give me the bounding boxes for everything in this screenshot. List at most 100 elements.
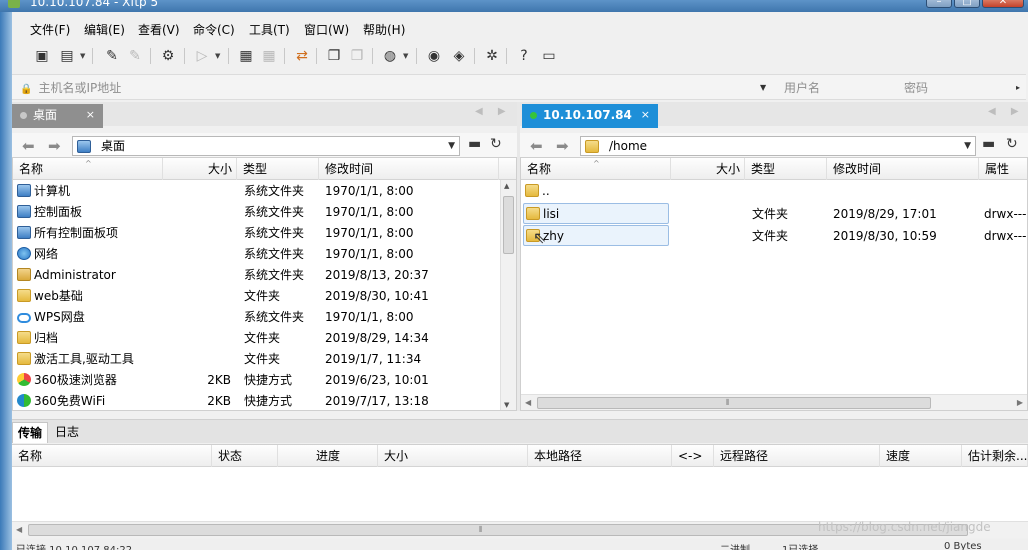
transfer-icon[interactable]: ▷ <box>192 46 212 66</box>
menu-help[interactable]: 帮助(H) <box>363 21 405 38</box>
tab-close-icon[interactable]: × <box>86 104 95 126</box>
col-size[interactable]: 大小 <box>378 445 528 467</box>
right-path-input[interactable]: /home ▼ <box>580 136 976 156</box>
file-row[interactable]: 激活工具,驱动工具 文件夹 2019/1/7, 11:34 <box>13 349 499 370</box>
tab-desktop[interactable]: 桌面 × <box>12 104 103 128</box>
password-input[interactable]: 密码 <box>904 79 1016 97</box>
copy-icon[interactable]: ❐ <box>324 46 344 66</box>
new-file-icon[interactable]: ▦ <box>236 46 256 66</box>
file-row[interactable]: 360免费WiFi 2KB 快捷方式 2019/7/17, 13:18 <box>13 391 499 410</box>
file-row[interactable]: 所有控制面板项 系统文件夹 1970/1/1, 8:00 <box>13 223 499 244</box>
file-row[interactable]: 控制面板 系统文件夹 1970/1/1, 8:00 <box>13 202 499 223</box>
col-speed[interactable]: 速度 <box>880 445 962 467</box>
tab-scroll-arrows-icon[interactable]: ◀ ▶ <box>475 106 512 117</box>
left-file-list[interactable]: 名称 ^ 大小 类型 修改时间 计算机 系统文件夹 1970/1/1, 8:00 控制面… <box>12 157 517 411</box>
back-arrow-icon[interactable]: ⬅ <box>22 137 35 155</box>
refresh-icon[interactable]: ↻ <box>490 136 502 152</box>
paste-icon[interactable]: ❐ <box>347 46 367 66</box>
col-size[interactable]: 大小 <box>163 158 237 180</box>
new-session-icon[interactable]: ▣ <box>32 46 52 66</box>
help-icon[interactable]: ? <box>514 46 534 66</box>
tab-close-icon[interactable]: × <box>641 104 650 126</box>
tab-log[interactable]: 日志 <box>50 422 84 443</box>
maximize-button[interactable]: □ <box>954 0 980 8</box>
addressbar-more-icon[interactable]: ▸ <box>1016 79 1020 97</box>
tab-remote[interactable]: 10.10.107.84 × <box>522 104 658 128</box>
feedback-icon[interactable]: ▭ <box>539 46 559 66</box>
folder-icon <box>17 331 31 344</box>
xshell-icon[interactable]: ◉ <box>424 46 444 66</box>
globe-icon[interactable]: ◍ <box>380 46 400 66</box>
refresh-icon[interactable]: ↻ <box>1006 136 1018 152</box>
host-dropdown-icon[interactable]: ▼ <box>760 79 766 97</box>
col-modified[interactable]: 修改时间 <box>827 158 979 180</box>
col-name[interactable]: 名称 <box>12 445 212 467</box>
left-vscroll-thumb[interactable] <box>503 196 514 254</box>
path-dropdown-icon[interactable]: ▼ <box>964 137 971 155</box>
forward-arrow-icon[interactable]: ➡ <box>48 137 61 155</box>
file-row[interactable]: 网络 系统文件夹 1970/1/1, 8:00 <box>13 244 499 265</box>
scroll-down-icon[interactable]: ▼ <box>504 401 509 409</box>
close-button[interactable]: ✕ <box>982 0 1024 8</box>
right-hscrollbar[interactable]: ◀ ⦀ ▶ <box>521 394 1027 410</box>
scroll-up-icon[interactable]: ▲ <box>504 182 509 190</box>
col-local-path[interactable]: 本地路径 <box>528 445 672 467</box>
col-type[interactable]: 类型 <box>237 158 319 180</box>
file-row[interactable]: 计算机 系统文件夹 1970/1/1, 8:00 <box>13 181 499 202</box>
connect-icon[interactable]: ✎ <box>102 46 122 66</box>
file-row[interactable]: WPS网盘 系统文件夹 1970/1/1, 8:00 <box>13 307 499 328</box>
tab-transfer[interactable]: 传输 <box>12 422 49 443</box>
folder-up-icon[interactable]: ▬ <box>982 136 995 152</box>
open-dropdown-icon[interactable]: ▼ <box>80 52 85 60</box>
menu-view[interactable]: 查看(V) <box>138 21 180 38</box>
col-name[interactable]: 名称 ^ <box>521 158 671 180</box>
file-size: 2KB <box>207 394 231 408</box>
left-path-input[interactable]: 桌面 ▼ <box>72 136 460 156</box>
menu-command[interactable]: 命令(C) <box>193 21 235 38</box>
file-row[interactable]: Administrator 系统文件夹 2019/8/13, 20:37 <box>13 265 499 286</box>
file-row[interactable]: 归档 文件夹 2019/8/29, 14:34 <box>13 328 499 349</box>
file-row[interactable]: web基础 文件夹 2019/8/30, 10:41 <box>13 286 499 307</box>
scroll-right-icon[interactable]: ▶ <box>1017 398 1023 407</box>
scroll-left-icon[interactable]: ◀ <box>525 398 531 407</box>
col-status[interactable]: 状态 <box>212 445 278 467</box>
file-row[interactable]: lisi 文件夹 2019/8/29, 17:01 drwx--- <box>523 203 1026 224</box>
col-type[interactable]: 类型 <box>745 158 827 180</box>
forward-arrow-icon[interactable]: ➡ <box>556 137 569 155</box>
open-folder-icon[interactable]: ▤ <box>57 46 77 66</box>
username-input[interactable]: 用户名 <box>784 79 896 97</box>
sync-icon[interactable]: ⇄ <box>292 46 312 66</box>
file-row[interactable]: .. <box>523 181 1023 202</box>
menu-edit[interactable]: 编辑(E) <box>84 21 125 38</box>
col-name[interactable]: 名称 ^ <box>13 158 163 180</box>
right-hscroll-thumb[interactable]: ⦀ <box>537 397 931 409</box>
left-vscrollbar[interactable]: ▲ ▼ <box>500 180 516 410</box>
back-arrow-icon[interactable]: ⬅ <box>530 137 543 155</box>
scroll-left-icon[interactable]: ◀ <box>16 525 22 534</box>
col-progress[interactable]: 进度 <box>278 445 378 467</box>
minimize-button[interactable]: – <box>926 0 952 8</box>
menu-tools[interactable]: 工具(T) <box>249 21 290 38</box>
right-file-list[interactable]: 名称 ^ 大小 类型 修改时间 属性 .. lisi 文件夹 2019/8/29, 17… <box>520 157 1028 411</box>
col-remote-path[interactable]: 远程路径 <box>714 445 880 467</box>
col-modified[interactable]: 修改时间 <box>319 158 499 180</box>
menu-file[interactable]: 文件(F) <box>30 21 70 38</box>
new-document-icon[interactable]: ▦ <box>259 46 279 66</box>
tab-scroll-arrows-icon[interactable]: ◀ ▶ <box>988 106 1025 117</box>
properties-icon[interactable]: ⚙ <box>158 46 178 66</box>
window-title: 10.10.107.84 - Xftp 5 <box>30 0 159 9</box>
col-size[interactable]: 大小 <box>671 158 745 180</box>
settings-icon[interactable]: ✲ <box>482 46 502 66</box>
globe-dropdown-icon[interactable]: ▼ <box>403 52 408 60</box>
menu-window[interactable]: 窗口(W) <box>304 21 349 38</box>
xftp-icon[interactable]: ◈ <box>449 46 469 66</box>
folder-up-icon[interactable]: ▬ <box>468 136 481 152</box>
file-row[interactable]: 360极速浏览器 2KB 快捷方式 2019/6/23, 10:01 <box>13 370 499 391</box>
transfer-dropdown-icon[interactable]: ▼ <box>215 52 220 60</box>
col-eta[interactable]: 估计剩余... <box>962 445 1028 467</box>
path-dropdown-icon[interactable]: ▼ <box>448 137 455 155</box>
col-direction[interactable]: <-> <box>672 445 714 467</box>
host-input[interactable]: 🔒 主机名或IP地址 <box>20 79 776 97</box>
col-attributes[interactable]: 属性 <box>979 158 1027 180</box>
disconnect-icon[interactable]: ✎ <box>125 46 145 66</box>
